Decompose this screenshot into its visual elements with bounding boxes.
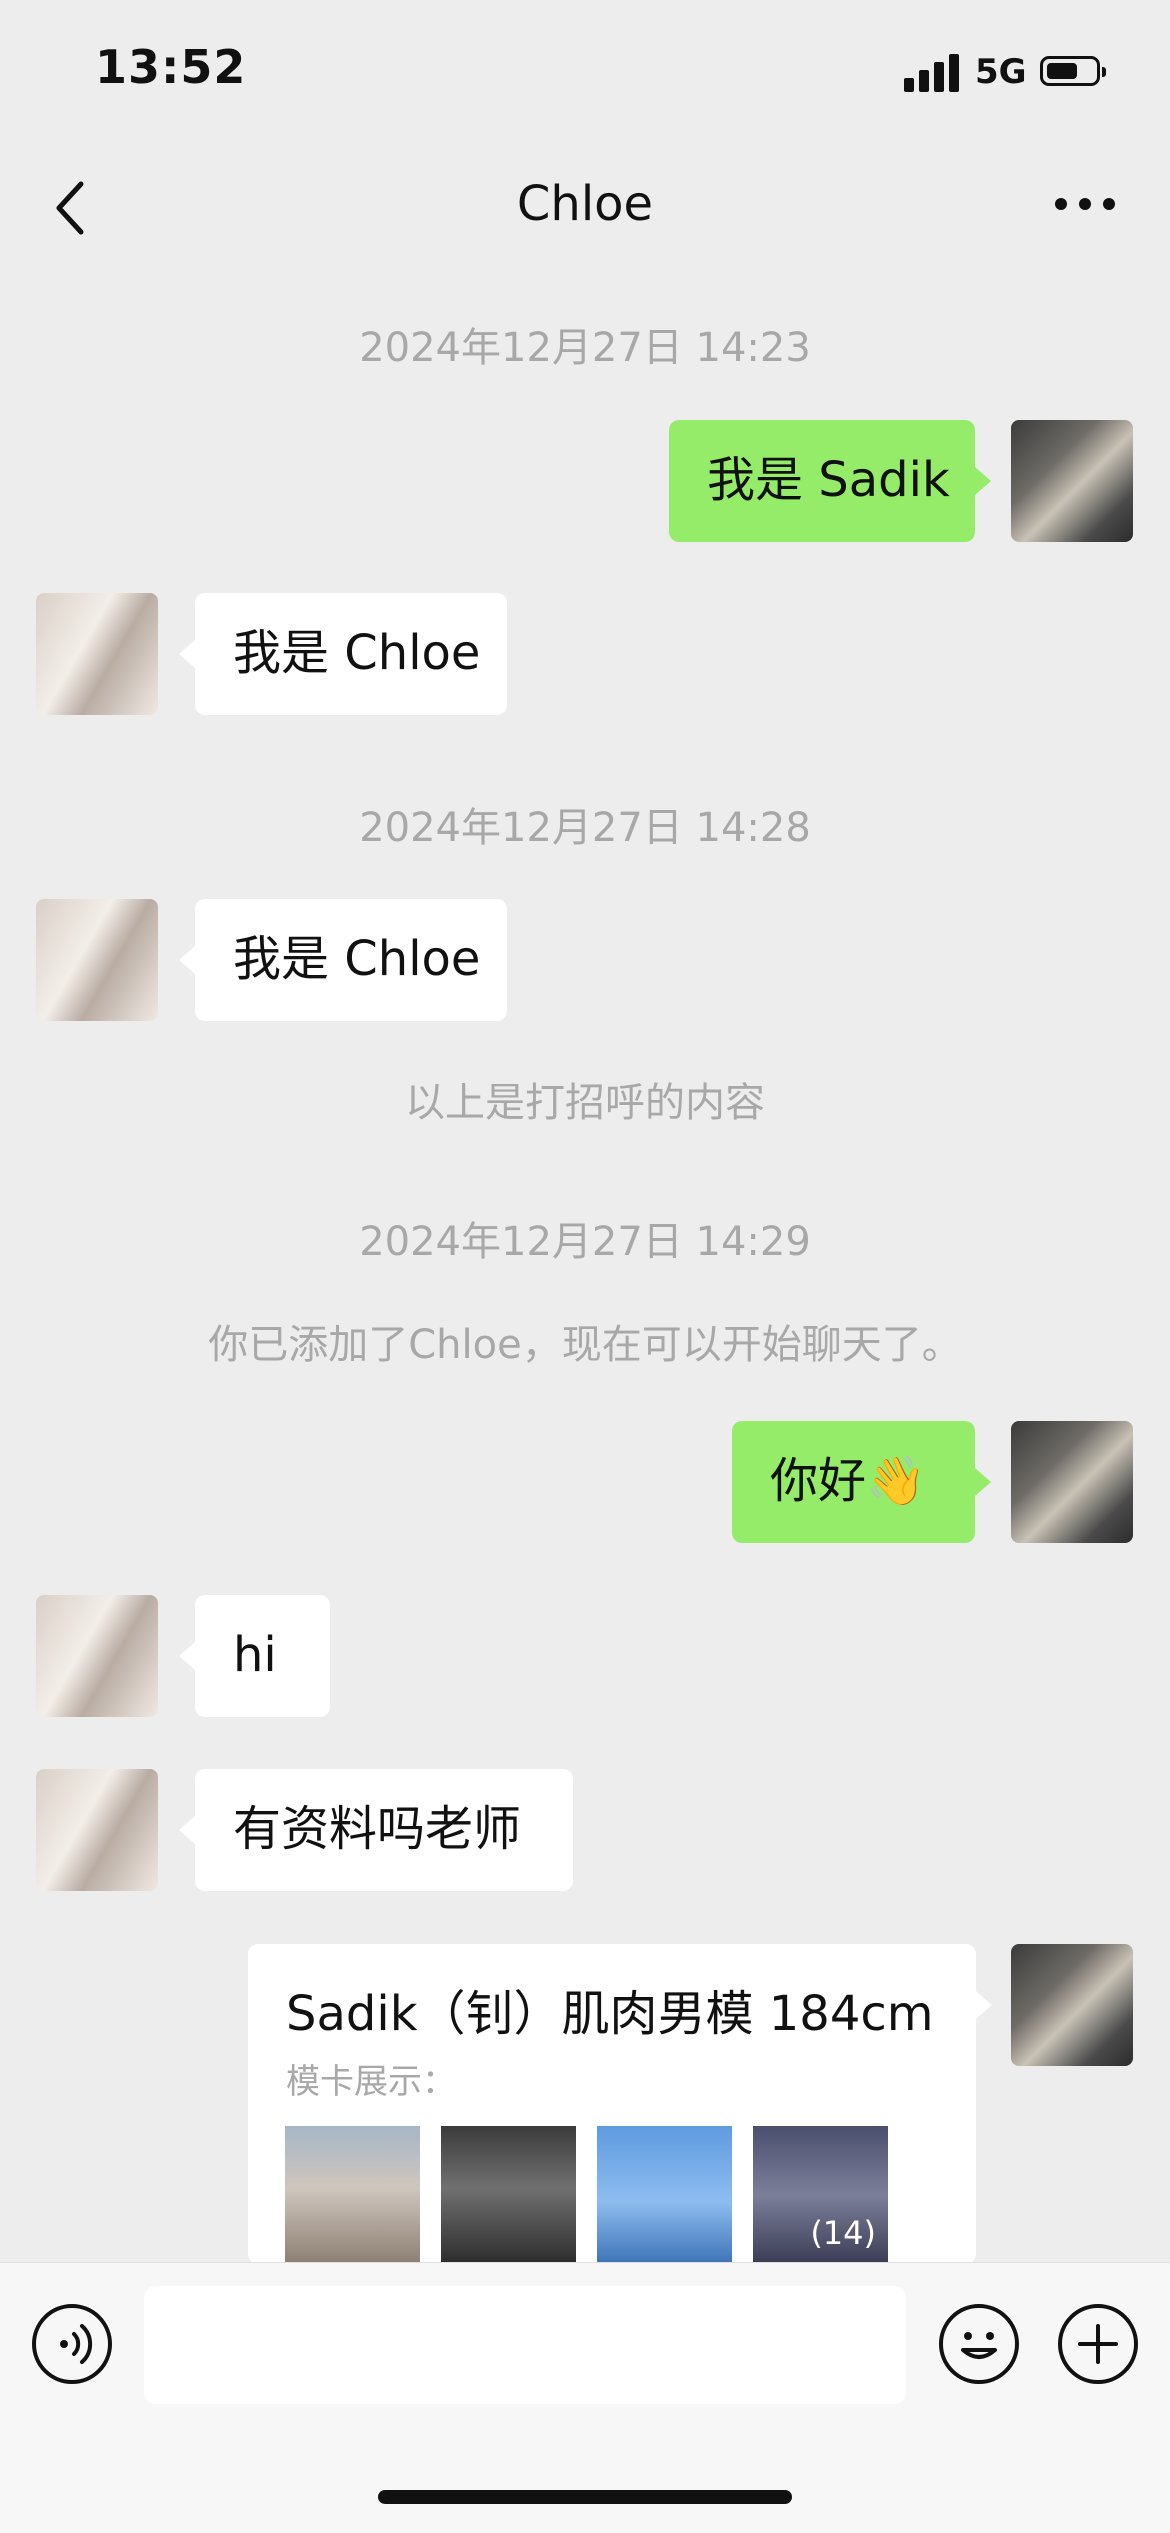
timestamp: 2024年12月27日 14:28: [359, 805, 811, 851]
signal-icon: [904, 52, 960, 92]
plus-icon: [1078, 2324, 1118, 2364]
network-label: 5G: [975, 52, 1027, 92]
received-message[interactable]: 我是 Chloe: [195, 899, 507, 1021]
emoji-button[interactable]: [939, 2304, 1019, 2384]
timestamp: 2024年12月27日 14:29: [359, 1219, 811, 1265]
card-photo[interactable]: (14): [753, 2126, 888, 2264]
status-time: 13:52: [95, 40, 247, 94]
received-message[interactable]: 有资料吗老师: [195, 1769, 573, 1891]
home-indicator: [378, 2490, 792, 2504]
contact-avatar[interactable]: [36, 1595, 158, 1717]
chat-title: Chloe: [516, 176, 654, 232]
contact-avatar[interactable]: [36, 593, 158, 715]
my-avatar[interactable]: [1011, 1421, 1133, 1543]
timestamp: 2024年12月27日 14:23: [359, 325, 811, 371]
emoji-icon: [961, 2332, 997, 2359]
photo-count: (14): [810, 2214, 876, 2252]
my-avatar[interactable]: [1011, 420, 1133, 542]
received-message[interactable]: hi: [195, 1595, 330, 1717]
received-message[interactable]: 我是 Chloe: [195, 593, 507, 715]
card-subtitle: 模卡展示：: [286, 2062, 456, 2102]
system-note: 你已添加了Chloe，现在可以开始聊天了。: [208, 1322, 962, 1368]
contact-avatar[interactable]: [36, 899, 158, 1021]
more-button[interactable]: [1055, 198, 1115, 214]
voice-button[interactable]: [32, 2304, 112, 2384]
system-note: 以上是打招呼的内容: [405, 1080, 765, 1126]
contact-avatar[interactable]: [36, 1769, 158, 1891]
battery-level: [1047, 63, 1077, 79]
contact-card-message[interactable]: Sadik（钊）肌肉男模 184cm 模卡展示： (14): [248, 1944, 976, 2264]
my-avatar[interactable]: [1011, 1944, 1133, 2066]
sent-message[interactable]: 我是 Sadik: [669, 420, 975, 542]
plus-button[interactable]: [1058, 2304, 1138, 2384]
card-photo[interactable]: [441, 2126, 576, 2264]
message-input[interactable]: [144, 2286, 906, 2404]
card-photo[interactable]: [285, 2126, 420, 2264]
card-photo[interactable]: [597, 2126, 732, 2264]
voice-icon: [60, 2324, 93, 2364]
sent-message[interactable]: 你好👋: [732, 1421, 975, 1543]
battery-icon: [1040, 56, 1106, 86]
card-title: Sadik（钊）肌肉男模 184cm: [286, 1986, 934, 2042]
